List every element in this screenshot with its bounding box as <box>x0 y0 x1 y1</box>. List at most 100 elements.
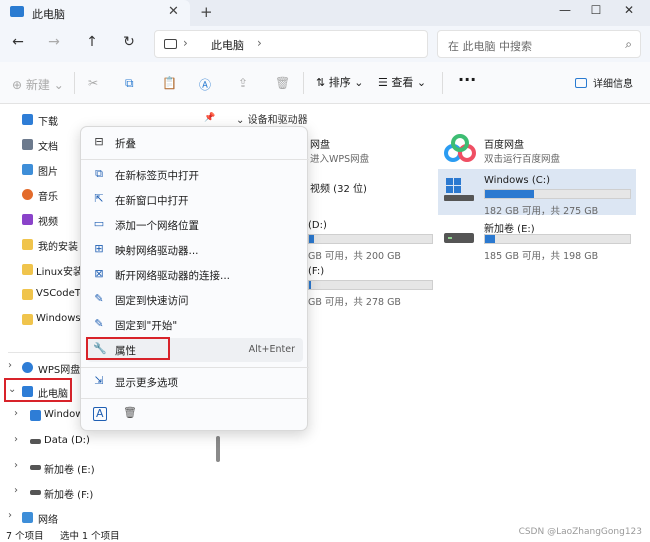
folder-icon <box>22 314 33 325</box>
menu-separator <box>81 367 309 368</box>
tab-this-pc[interactable]: 此电脑 ✕ <box>0 0 190 26</box>
selected-count: 选中 1 个项目 <box>60 531 120 542</box>
search-input[interactable]: 在 此电脑 中搜索 <box>448 38 532 54</box>
chevron-right-icon[interactable]: › <box>14 434 18 445</box>
drive-d[interactable]: (D:) GB 可用，共 200 GB <box>308 217 438 262</box>
section-header[interactable]: ⌄ 设备和驱动器 <box>236 111 308 126</box>
tree-item-label: Window <box>44 409 84 420</box>
chevron-right-icon[interactable]: › <box>14 460 18 471</box>
document-icon <box>22 139 33 150</box>
section-title: 设备和驱动器 <box>247 115 308 126</box>
tree-item-drive-f[interactable]: › 新加卷 (F:) <box>0 481 228 505</box>
sidebar-item-label: Windows <box>36 313 81 324</box>
tree-item-label: WPS网盘 <box>38 365 81 376</box>
tab-close-icon[interactable]: ✕ <box>168 4 179 19</box>
menu-item-open-new-window[interactable]: ⇱ 在新窗口中打开 <box>87 188 303 212</box>
drive-e[interactable]: 新加卷 (E:) 185 GB 可用，共 198 GB <box>484 217 634 262</box>
view-label: 查看 <box>391 76 414 89</box>
chevron-right-icon[interactable]: › <box>257 36 262 50</box>
cut-icon[interactable]: ✂ <box>88 76 98 90</box>
sidebar-item-label: 图片 <box>38 167 58 178</box>
search-box[interactable]: 在 此电脑 中搜索 ⌕ <box>437 30 641 58</box>
menu-item-label: 在新窗口中打开 <box>115 195 189 207</box>
drive-icon <box>30 410 41 421</box>
maximize-button[interactable]: ☐ <box>581 0 611 24</box>
menu-item-pin-quick-access[interactable]: ✎ 固定到快速访问 <box>87 288 303 312</box>
new-tab-button[interactable]: + <box>200 3 213 21</box>
sidebar-item-label: VSCodeTe <box>36 288 86 299</box>
delete-icon[interactable]: 🗑 <box>275 76 290 90</box>
back-button[interactable]: ← <box>10 34 26 50</box>
drive-usage-bar <box>484 234 631 244</box>
more-options-button[interactable]: ··· <box>458 70 476 89</box>
menu-item-pin-start[interactable]: ✎ 固定到"开始" <box>87 313 303 337</box>
chevron-right-icon[interactable]: › <box>8 510 12 521</box>
collapse-icon: ⊟ <box>94 135 104 148</box>
baidu-sub: 双击运行百度网盘 <box>484 154 561 165</box>
menu-item-label: 固定到快速访问 <box>115 295 189 307</box>
wps-drive-sub: 进入WPS网盘 <box>310 154 370 165</box>
rename-icon[interactable]: A <box>93 407 107 421</box>
separator <box>442 72 443 94</box>
drive-name: (D:) <box>308 220 327 231</box>
delete-icon[interactable]: 🗑 <box>123 406 137 419</box>
menu-item-collapse[interactable]: ⊟ 折叠 <box>87 131 303 155</box>
details-button[interactable]: 详细信息 <box>575 75 633 90</box>
address-bar[interactable]: › 此电脑 › <box>154 30 428 58</box>
network-icon <box>22 512 33 523</box>
drive-c[interactable]: Windows (C:) 182 GB 可用，共 275 GB <box>484 172 634 217</box>
baidu-name[interactable]: 百度网盘 <box>484 136 524 151</box>
menu-item-disconnect-network-drive[interactable]: ⊠ 断开网络驱动器的连接... <box>87 263 303 287</box>
refresh-button[interactable]: ↻ <box>121 34 137 50</box>
breadcrumb-this-pc[interactable]: 此电脑 <box>211 37 244 53</box>
drive-usage-bar <box>308 280 433 290</box>
drive-f[interactable]: (F:) GB 可用，共 278 GB <box>308 263 438 308</box>
pin-icon: 📌 <box>204 113 216 123</box>
drive-usage-fill <box>309 281 312 289</box>
pin-icon: ✎ <box>94 292 104 305</box>
tab-title: 此电脑 <box>32 8 65 21</box>
menu-item-label: 折叠 <box>115 138 136 150</box>
sidebar-item-label: 文档 <box>38 142 58 153</box>
drive-icon <box>30 439 41 444</box>
minimize-button[interactable]: — <box>550 0 580 24</box>
music-icon <box>22 189 33 200</box>
drive-usage-fill <box>485 235 496 243</box>
sort-label: 排序 <box>328 76 351 89</box>
baidu-netdisk-icon[interactable] <box>443 133 477 167</box>
menu-item-add-network-location[interactable]: ▭ 添加一个网络位置 <box>87 213 303 237</box>
chevron-right-icon[interactable]: › <box>8 360 12 371</box>
nav-scrollbar[interactable] <box>216 436 220 462</box>
download-icon <box>22 114 33 125</box>
chevron-right-icon[interactable]: › <box>183 36 188 50</box>
item-count: 7 个项目 <box>6 531 44 542</box>
sidebar-item-label: 下载 <box>38 117 58 128</box>
separator <box>74 72 75 94</box>
paste-icon[interactable]: 📋 <box>162 76 177 90</box>
close-window-button[interactable]: ✕ <box>614 0 644 24</box>
sort-button[interactable]: ⇅ 排序 ⌄ <box>316 74 363 90</box>
menu-item-show-more-options[interactable]: ⇲ 显示更多选项 <box>87 370 303 394</box>
windows-drive-icon <box>444 176 474 202</box>
drive-name: (F:) <box>308 266 325 277</box>
chevron-right-icon[interactable]: › <box>14 408 18 419</box>
new-button[interactable]: ⊕ 新建 ⌄ <box>12 76 64 93</box>
highlight-properties <box>86 337 170 360</box>
view-button[interactable]: ☰ 查看 ⌄ <box>378 74 426 90</box>
up-button[interactable]: ↑ <box>84 34 100 50</box>
share-icon[interactable]: ⇪ <box>238 76 248 90</box>
rename-icon[interactable]: Ⓐ <box>199 76 211 93</box>
menu-item-label: 在新标签页中打开 <box>115 170 199 182</box>
video-folder-name[interactable]: 视频 (32 位) <box>310 180 367 195</box>
chevron-right-icon[interactable]: › <box>14 485 18 496</box>
tree-item-drive-e[interactable]: › 新加卷 (E:) <box>0 456 228 480</box>
picture-icon <box>22 164 33 175</box>
forward-button[interactable]: → <box>46 34 62 50</box>
menu-item-map-network-drive[interactable]: ⊞ 映射网络驱动器... <box>87 238 303 262</box>
wps-drive-name[interactable]: 网盘 <box>310 136 330 151</box>
folder-icon <box>22 289 33 300</box>
copy-icon[interactable]: ⧉ <box>125 76 134 91</box>
drive-info: GB 可用，共 278 GB <box>308 297 401 308</box>
tree-item-drive-d[interactable]: › Data (D:) <box>0 430 228 454</box>
menu-item-open-new-tab[interactable]: ⧉ 在新标签页中打开 <box>87 163 303 187</box>
